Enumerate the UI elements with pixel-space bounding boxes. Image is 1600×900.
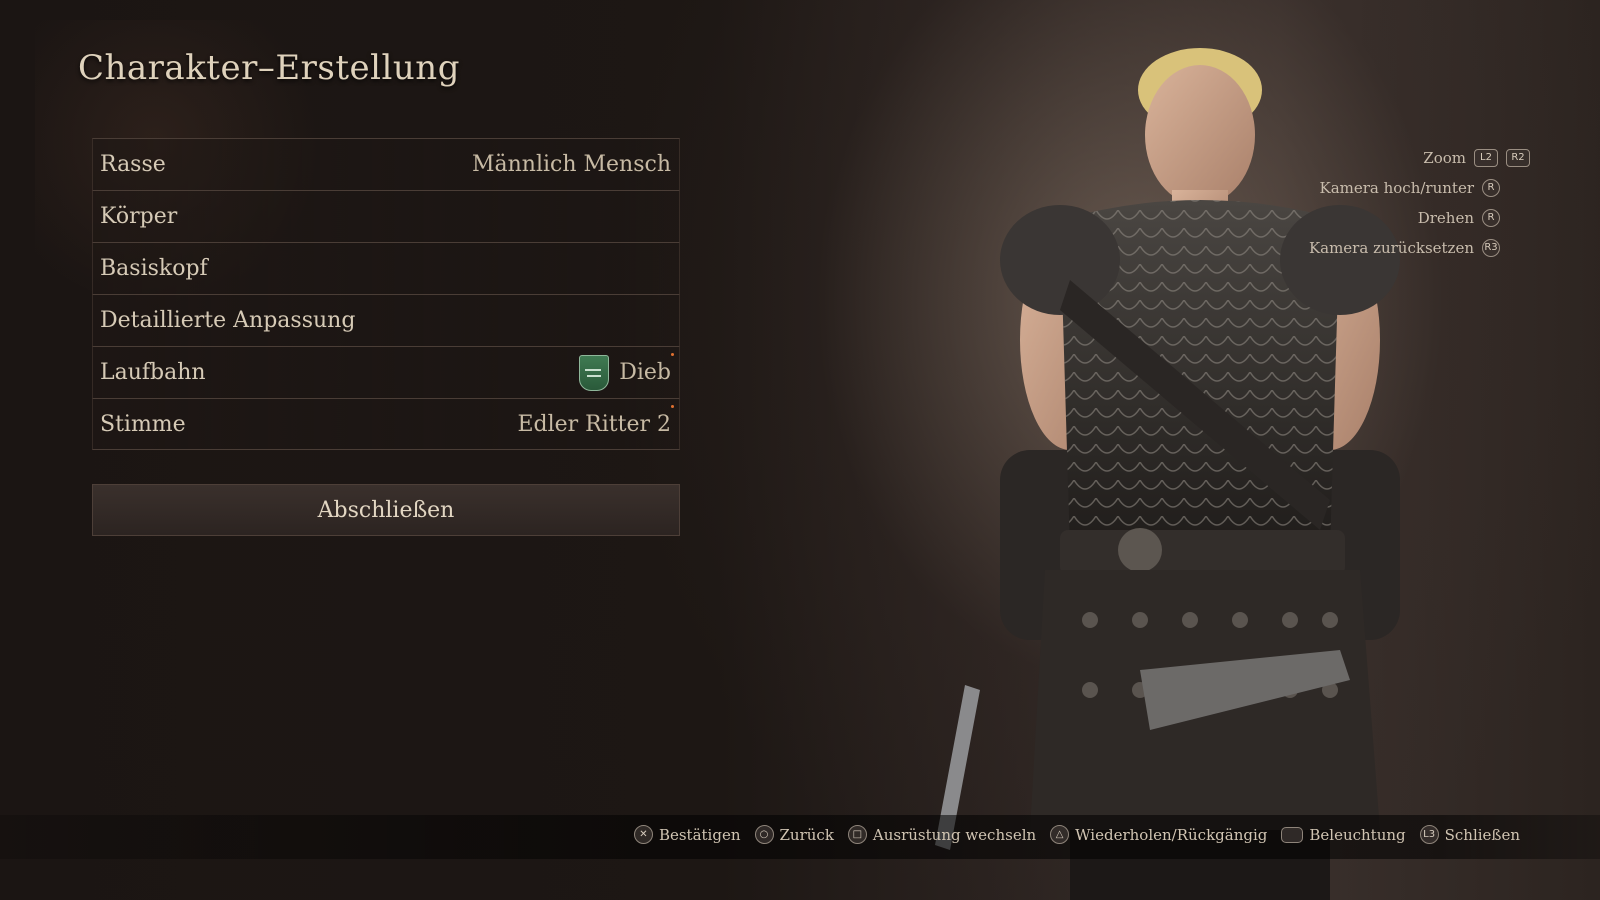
right-stick-icon: R	[1482, 179, 1500, 197]
new-indicator-dot	[671, 405, 674, 408]
hint-label: Schließen	[1444, 825, 1520, 844]
hint-redo-undo[interactable]: △ Wiederholen/Rückgängig	[1050, 825, 1267, 844]
menu-item-vocation[interactable]: Laufbahn Dieb	[92, 346, 680, 398]
control-label: Kamera zurücksetzen	[1308, 239, 1474, 257]
hint-label: Zurück	[779, 825, 834, 844]
control-rotate: Drehen R	[1309, 203, 1530, 233]
thief-vocation-shield-icon	[579, 354, 610, 391]
menu-item-voice[interactable]: Stimme Edler Ritter 2	[92, 398, 680, 450]
control-label: Drehen	[1417, 209, 1474, 227]
footer-button-hints: ✕ Bestätigen ○ Zurück □ Ausrüstung wechs…	[633, 825, 1520, 844]
l3-button-icon: L3	[1419, 825, 1439, 844]
hint-close[interactable]: L3 Schließen	[1419, 825, 1520, 844]
r3-button-icon: R3	[1482, 239, 1500, 257]
hint-label: Wiederholen/Rückgängig	[1075, 825, 1268, 844]
menu-item-label: Detaillierte Anpassung	[100, 308, 356, 333]
l2-button-icon: L2	[1474, 149, 1498, 167]
circle-button-icon: ○	[754, 825, 774, 844]
menu-item-race[interactable]: Rasse Männlich Mensch	[92, 138, 680, 190]
menu-item-label: Stimme	[100, 411, 186, 437]
hint-label: Beleuchtung	[1309, 825, 1406, 844]
right-stick-icon: R	[1482, 209, 1500, 227]
menu-item-label: Basiskopf	[100, 256, 208, 281]
menu-item-value-wrap: Dieb	[579, 354, 671, 391]
new-indicator-dot	[671, 353, 674, 356]
menu-item-base-head[interactable]: Basiskopf	[92, 242, 680, 294]
touchpad-button-icon	[1281, 826, 1304, 843]
menu-item-value: Edler Ritter 2	[517, 411, 671, 437]
cross-button-icon: ✕	[633, 825, 653, 844]
r2-button-icon: R2	[1506, 149, 1530, 167]
control-zoom: Zoom L2 R2	[1309, 143, 1530, 173]
page-title: Charakter–Erstellung	[78, 48, 460, 88]
triangle-button-icon: △	[1050, 825, 1070, 844]
menu-item-label: Körper	[100, 204, 178, 229]
menu-item-body[interactable]: Körper	[92, 190, 680, 242]
hint-label: Ausrüstung wechseln	[872, 825, 1037, 844]
control-reset-camera: Kamera zurücksetzen R3	[1309, 233, 1530, 263]
hint-confirm[interactable]: ✕ Bestätigen	[633, 825, 741, 844]
menu-item-label: Rasse	[100, 152, 166, 177]
control-label: Kamera hoch/runter	[1319, 179, 1474, 197]
creation-menu: Rasse Männlich Mensch Körper Basiskopf D…	[92, 138, 680, 450]
hint-back[interactable]: ○ Zurück	[754, 825, 834, 844]
menu-item-label: Laufbahn	[100, 360, 206, 385]
finish-button[interactable]: Abschließen	[92, 484, 680, 536]
menu-item-detailed-customization[interactable]: Detaillierte Anpassung	[92, 294, 680, 346]
menu-item-value: Dieb	[619, 360, 671, 385]
hint-label: Bestätigen	[658, 825, 741, 844]
hint-lighting[interactable]: Beleuchtung	[1281, 825, 1406, 844]
camera-controls: Zoom L2 R2 Kamera hoch/runter R Drehen R…	[1309, 143, 1530, 263]
hint-change-equipment[interactable]: □ Ausrüstung wechseln	[847, 825, 1037, 844]
square-button-icon: □	[847, 825, 867, 844]
control-camera-up-down: Kamera hoch/runter R	[1309, 173, 1530, 203]
menu-item-value: Männlich Mensch	[471, 152, 671, 177]
control-label: Zoom	[1423, 149, 1466, 167]
